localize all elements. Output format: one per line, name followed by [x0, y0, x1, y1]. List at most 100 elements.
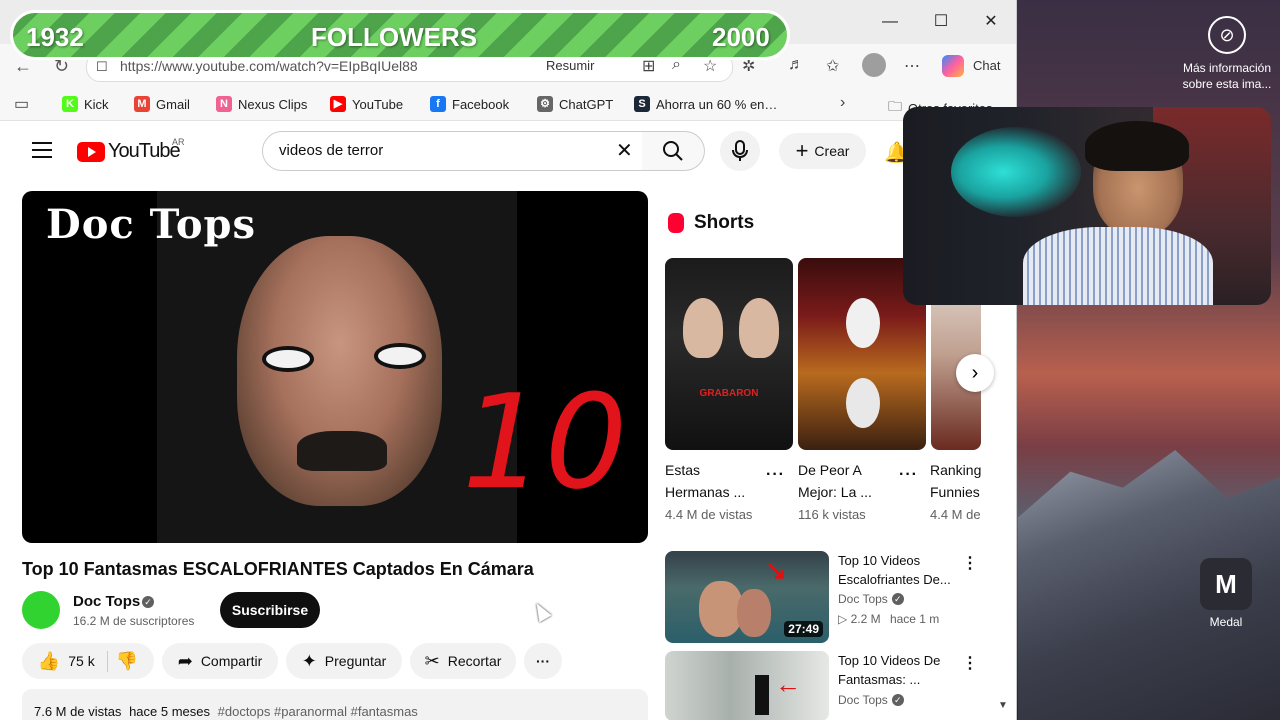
youtube-icon: ▶ — [330, 96, 346, 112]
minimize-icon[interactable]: — — [880, 12, 900, 32]
bookmark-label: ChatGPT — [559, 96, 614, 112]
short-title[interactable]: Estas Hermanas ... — [665, 459, 745, 503]
video-player[interactable]: Doc Tops 10 — [22, 191, 648, 543]
sparkle-icon: ✦ — [301, 650, 317, 671]
favorites-icon[interactable]: ✩ — [826, 56, 839, 76]
subscribe-button[interactable]: Suscribirse — [220, 592, 320, 628]
bookmark-steam[interactable]: S Ahorra un 60 % en… — [634, 96, 777, 112]
related-stats: ▷ 2.2 M hace 1 m — [838, 612, 939, 626]
ghostface-mask — [846, 298, 880, 348]
short-title[interactable]: De Peor A Mejor: La ... — [798, 459, 872, 503]
medal-desktop-icon[interactable]: M Medal — [1198, 558, 1254, 630]
verified-badge-icon: ✓ — [891, 694, 904, 706]
followers-current: 1932 — [26, 22, 84, 52]
short-more-icon[interactable]: ··· — [766, 466, 785, 484]
related-title-line: Top 10 Videos De — [838, 653, 941, 668]
hamburger-menu-icon[interactable] — [32, 142, 52, 158]
ask-label: Preguntar — [324, 653, 387, 669]
site-info-icon[interactable]: ☐ — [96, 59, 108, 75]
channel-name[interactable]: Doc Tops — [73, 593, 140, 610]
more-actions-button[interactable]: ··· — [524, 643, 562, 679]
profile-avatar-icon[interactable] — [862, 53, 886, 77]
related-thumbnail[interactable]: ↘ 27:49 — [665, 551, 829, 643]
dislike-button[interactable]: 👎 — [116, 651, 138, 672]
related-more-icon[interactable]: ⋮ — [962, 553, 979, 573]
steam-icon: S — [634, 96, 650, 112]
followers-label: FOLLOWERS — [311, 22, 478, 52]
short-title-line: Estas — [665, 462, 701, 478]
kick-icon: K — [62, 96, 78, 112]
like-button[interactable]: 👍 75 k — [38, 650, 108, 672]
related-title[interactable]: Top 10 Videos De Fantasmas: ... — [838, 651, 940, 689]
bookmark-kick[interactable]: K Kick — [62, 96, 109, 112]
bookmark-chatgpt[interactable]: ⚙ ChatGPT — [537, 96, 613, 112]
ghostface-mask — [846, 378, 880, 428]
ask-button[interactable]: ✦ Preguntar — [286, 643, 402, 679]
video-duration: 27:49 — [784, 621, 823, 637]
info-circle-icon: ⊘ — [1208, 16, 1246, 54]
browser-window: — ☐ ✕ ← ↻ ☐ https://www.youtube.com/watc… — [0, 0, 1017, 720]
youtube-logo[interactable]: YouTube — [77, 140, 181, 163]
channel-avatar[interactable] — [22, 591, 60, 629]
bookmark-label: Kick — [84, 96, 109, 112]
thumbnail-eye-left — [262, 346, 314, 372]
thumbnail-channel-text: Doc Tops — [46, 201, 256, 248]
related-thumbnail[interactable]: ← — [665, 651, 829, 720]
clear-search-icon[interactable]: ✕ — [616, 138, 633, 163]
hashtags[interactable]: #doctops #paranormal #fantasmas — [218, 704, 418, 719]
scissors-icon: ✂ — [424, 650, 440, 671]
url-text[interactable]: https://www.youtube.com/watch?v=EIpBqIUe… — [120, 58, 418, 74]
media-icon[interactable]: ♬ — [788, 56, 804, 74]
subscriber-count: 16.2 M de suscriptores — [73, 614, 195, 628]
chatgpt-icon: ⚙ — [537, 96, 553, 112]
chat-label: Chat — [973, 58, 1001, 73]
copilot-icon — [942, 55, 964, 77]
like-dislike-group: 👍 75 k 👎 — [22, 643, 154, 679]
medal-icon: M — [1200, 558, 1252, 610]
bookmark-label: Nexus Clips — [238, 96, 308, 112]
short-overlay-text: GRABARON — [699, 388, 759, 399]
short-thumbnail[interactable]: GRABARON — [665, 258, 793, 450]
bookmark-youtube[interactable]: ▶ YouTube — [330, 96, 403, 112]
create-label: Crear — [814, 143, 850, 159]
more-options-icon[interactable]: ⋯ — [904, 56, 920, 76]
create-button[interactable]: + Crear — [779, 133, 866, 169]
related-more-icon[interactable]: ⋮ — [962, 653, 979, 673]
bookmarks-reading-icon[interactable]: ▭ — [14, 94, 29, 114]
plus-icon: + — [795, 138, 809, 163]
bookmark-nexus-clips[interactable]: N Nexus Clips — [216, 96, 307, 112]
close-window-icon[interactable]: ✕ — [981, 12, 1001, 32]
shorts-heading: Shorts — [668, 212, 754, 234]
short-figure-right — [739, 298, 779, 358]
bookmark-label: Gmail — [156, 96, 190, 112]
related-channel[interactable]: Doc Tops ✓ — [838, 693, 904, 707]
share-button[interactable]: ➦ Compartir — [162, 643, 278, 679]
voice-search-button[interactable] — [720, 131, 760, 171]
play-small-icon: ▷ — [838, 612, 848, 626]
copilot-chat-button[interactable]: Chat — [940, 52, 1006, 80]
related-face — [737, 589, 771, 637]
description-meta: 7.6 M de vistas hace 5 meses #doctops #p… — [34, 704, 418, 719]
scrollbar-down-arrow-icon[interactable]: ▼ — [998, 700, 1008, 711]
more-info-desktop-icon[interactable]: ⊘ Más información sobre esta ima... — [1174, 16, 1280, 92]
resume-button[interactable]: Resumir — [546, 58, 594, 73]
maximize-icon[interactable]: ☐ — [931, 12, 951, 32]
short-title[interactable]: Ranking Funnies — [930, 459, 982, 503]
bookmark-label: Facebook — [452, 96, 510, 112]
bookmarks-more-chevron-icon[interactable]: › — [840, 94, 845, 112]
search-button[interactable] — [642, 131, 705, 171]
related-channel[interactable]: Doc Tops ✓ — [838, 592, 904, 606]
search-query[interactable]: videos de terror — [279, 142, 383, 159]
related-title-line: Top 10 Videos — [838, 553, 921, 568]
thumbnail-eye-right — [374, 343, 426, 369]
short-more-icon[interactable]: ··· — [899, 466, 918, 484]
webcam-overlay — [903, 107, 1271, 305]
related-title[interactable]: Top 10 Videos Escalofriantes De... — [838, 551, 951, 589]
thumbnail-mustache — [297, 431, 387, 471]
bookmark-gmail[interactable]: M Gmail — [134, 96, 190, 112]
related-age: hace 1 m — [889, 612, 940, 626]
shorts-next-chevron-icon[interactable]: › — [956, 354, 994, 392]
clip-button[interactable]: ✂ Recortar — [410, 643, 516, 679]
bookmark-facebook[interactable]: f Facebook — [430, 96, 509, 112]
short-title-line: Mejor: La ... — [798, 484, 872, 500]
